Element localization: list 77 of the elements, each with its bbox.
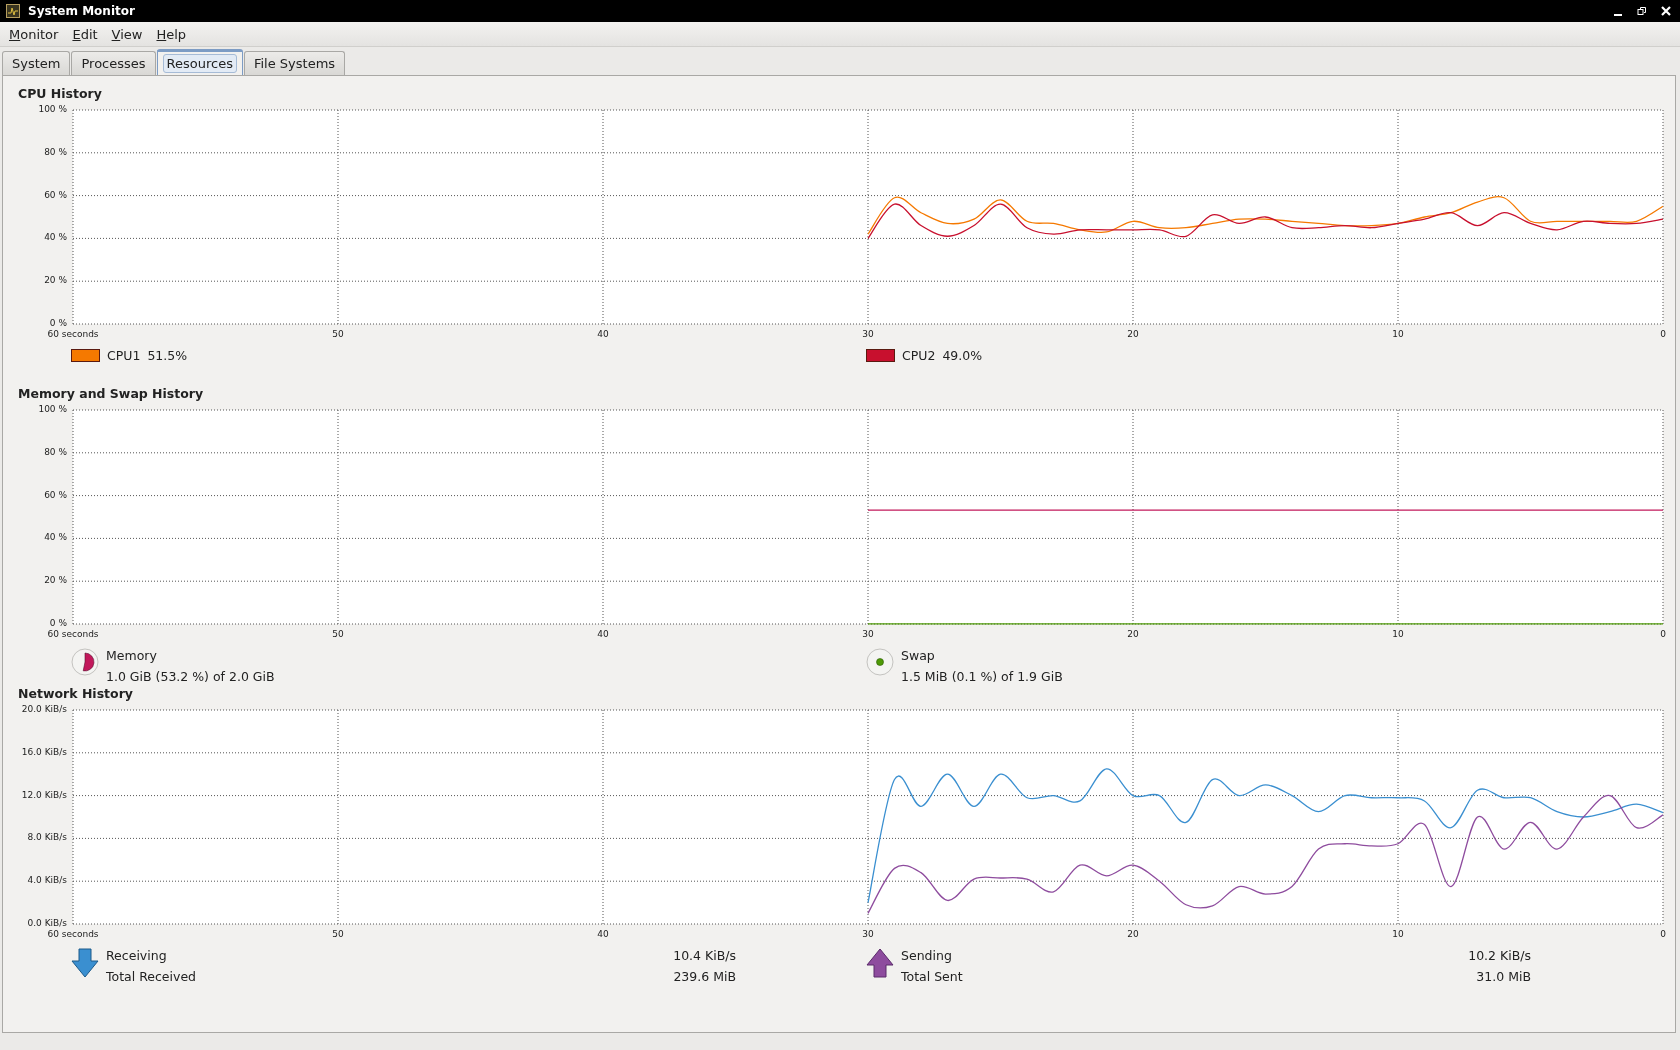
axis-tick-label: 0 % [49,618,67,628]
legend-value: 51.5% [147,348,188,363]
minimize-icon [1614,14,1622,16]
color-swatch[interactable] [71,349,100,362]
legend-label: Total Received [106,969,198,984]
tab[interactable]: Processes [71,51,156,75]
axis-tick-label: 8.0 KiB/s [27,832,67,843]
axis-tick-label: 20.0 KiB/s [21,704,67,714]
axis-tick-label: 0 [1660,929,1666,939]
pie-gauge-icon [866,648,894,676]
axis-tick-label: 80 % [44,446,67,457]
axis-tick-label: 50 [332,629,344,639]
legend-label: Total Sent [901,969,964,984]
pie-gauge-icon [71,648,99,676]
axis-tick-label: 40 [597,329,609,339]
axis-tick-label: 30 [862,929,874,939]
section-title: Network History [17,686,134,703]
legend-value: 1.0 GiB (53.2 %) of 2.0 GiB [106,669,275,684]
app-icon [6,4,20,18]
legend-label: Memory [106,648,158,663]
axis-tick-label: 0 [1660,629,1666,639]
axis-tick-label: 12.0 KiB/s [21,789,67,800]
menu-item[interactable]: Help [149,26,194,42]
axis-tick-label: 10 [1392,329,1404,339]
axis-tick-label: 80 % [44,146,67,157]
tab[interactable]: File Systems [243,51,346,75]
legend-label: Sending [901,948,953,963]
axis-tick-label: 20 [1127,329,1139,339]
axis-tick-label: 40 [597,929,609,939]
section-title: CPU History [17,86,103,103]
axis-tick-label: 4.0 KiB/s [27,875,67,886]
axis-tick-label: 20 [1127,929,1139,939]
axis-tick-label: 0.0 KiB/s [27,918,67,928]
axis-tick-label: 20 % [44,275,67,286]
color-swatch[interactable] [866,349,895,362]
legend-label: Swap [901,648,936,663]
legend-label: CPU2 [902,348,936,363]
legend-value: 49.0% [942,348,983,363]
axis-tick-label: 0 [1660,329,1666,339]
axis-tick-label: 60 seconds [47,629,99,639]
axis-tick-label: 10 [1392,629,1404,639]
menu-item[interactable]: View [104,26,150,42]
axis-tick-label: 60 seconds [47,929,99,939]
axis-tick-label: 50 [332,929,344,939]
axis-tick-label: 60 seconds [47,329,99,339]
up-arrow-icon [866,948,894,978]
section-title: Memory and Swap History [17,386,205,403]
down-arrow-icon [71,948,99,978]
axis-tick-label: 40 % [44,532,67,543]
axis-tick-label: 100 % [38,404,67,414]
close-icon [1661,6,1671,16]
axis-tick-label: 60 % [44,189,67,200]
axis-tick-label: 40 % [44,232,67,243]
legend-value: 1.5 MiB (0.1 %) of 1.9 GiB [901,669,1063,684]
axis-tick-label: 30 [862,329,874,339]
menu-item[interactable]: Edit [65,26,105,42]
axis-tick-label: 0 % [49,318,67,328]
legend-label: Receiving [106,948,168,963]
tab[interactable]: System [2,51,71,75]
restore-icon [1637,6,1647,16]
window-title: System Monitor [28,4,136,18]
axis-tick-label: 20 % [44,575,67,586]
axis-tick-label: 10 [1392,929,1404,939]
legend-label: CPU1 [107,348,141,363]
legend-value: 10.2 KiB/s [1467,948,1531,963]
axis-tick-label: 50 [332,329,344,339]
axis-tick-label: 60 % [44,489,67,500]
axis-tick-label: 100 % [38,104,67,114]
legend-value: 239.6 MiB [672,969,736,984]
tab[interactable]: Resources [156,49,243,75]
axis-tick-label: 30 [862,629,874,639]
axis-tick-label: 20 [1127,629,1139,639]
legend-value: 31.0 MiB [1475,969,1531,984]
menu-item[interactable]: Monitor [2,26,66,42]
axis-tick-label: 40 [597,629,609,639]
axis-tick-label: 16.0 KiB/s [21,746,67,757]
legend-value: 10.4 KiB/s [672,948,736,963]
